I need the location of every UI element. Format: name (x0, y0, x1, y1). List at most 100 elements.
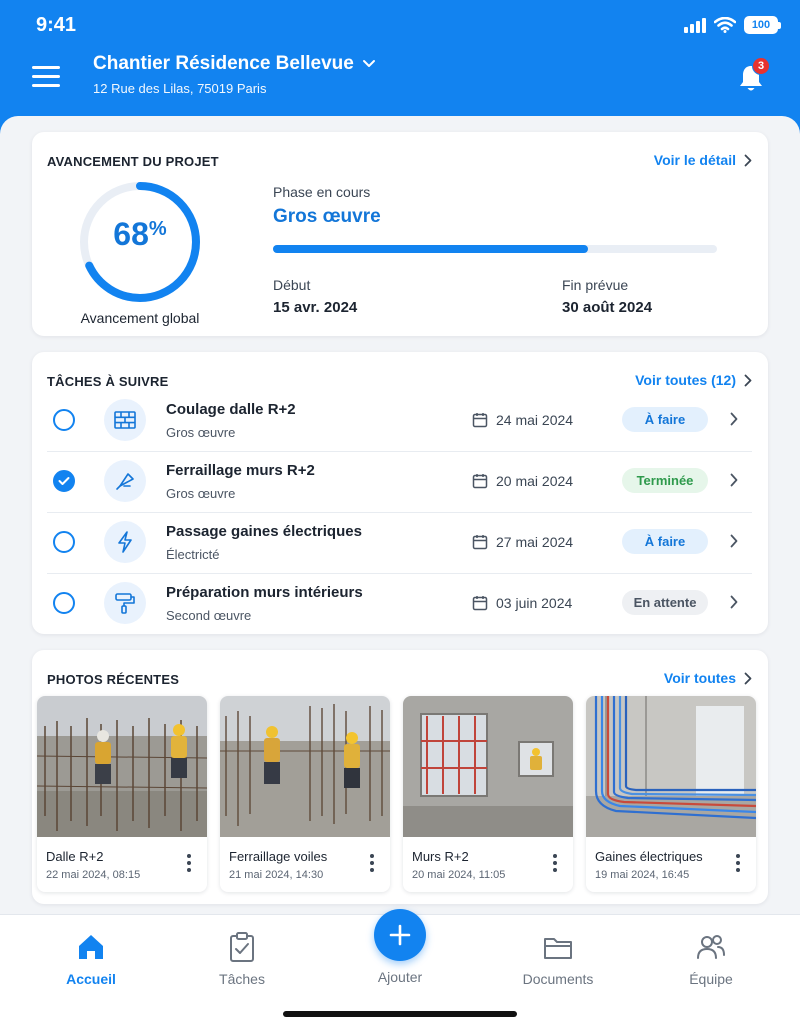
photo-card[interactable]: Ferraillage voiles 21 mai 2024, 14:30 (220, 696, 390, 892)
status-time: 9:41 (36, 14, 77, 36)
tab-tasks[interactable]: Tâches (182, 931, 302, 987)
task-checkbox-checked[interactable] (53, 470, 75, 492)
start-date-value: 15 avr. 2024 (273, 299, 358, 316)
task-name: Coulage dalle R+2 (166, 401, 296, 418)
task-row[interactable]: Préparation murs intérieurs Second œuvre… (32, 573, 768, 634)
chevron-right-icon (744, 672, 752, 684)
task-category: Second œuvre (166, 608, 252, 623)
chevron-down-icon (362, 60, 375, 67)
brick-wall-icon (104, 399, 146, 441)
folder-icon (544, 938, 572, 959)
tab-documents[interactable]: Documents (498, 931, 618, 987)
task-due-date: 27 mai 2024 (472, 534, 573, 550)
home-icon (79, 935, 103, 959)
status-bar: 9:41 100 (0, 0, 800, 50)
task-row[interactable]: Ferraillage murs R+2 Gros œuvre 20 mai 2… (32, 451, 768, 512)
task-due-date: 20 mai 2024 (472, 473, 573, 489)
task-name: Passage gaines électriques (166, 523, 362, 540)
add-button-label[interactable]: Ajouter (340, 969, 460, 985)
plus-icon (389, 924, 411, 946)
tab-team[interactable]: Équipe (651, 931, 771, 987)
tab-home-label: Accueil (66, 971, 116, 987)
task-date-text: 20 mai 2024 (496, 473, 574, 489)
photo-thumbnail[interactable] (586, 696, 756, 837)
photo-thumbnail[interactable] (403, 696, 573, 837)
battery-icon: 100 (744, 16, 781, 34)
chevron-right-icon (730, 412, 738, 426)
add-button[interactable] (374, 909, 426, 961)
view-all-tasks-label: Voir toutes (12) (635, 372, 736, 388)
view-detail-link[interactable]: Voir le détail (654, 152, 752, 168)
more-options-icon[interactable] (187, 854, 191, 875)
more-options-icon[interactable] (736, 854, 740, 875)
start-date-label: Début (273, 277, 311, 293)
calendar-icon (472, 596, 488, 611)
tasks-section-title: TÂCHES À SUIVRE (47, 374, 169, 389)
task-checkbox[interactable] (53, 592, 75, 614)
more-options-icon[interactable] (370, 854, 374, 875)
task-name: Préparation murs intérieurs (166, 584, 363, 601)
clipboard-check-icon (230, 932, 254, 962)
chevron-right-icon (730, 473, 738, 487)
task-date-text: 24 mai 2024 (496, 412, 574, 428)
photo-title: Ferraillage voiles (229, 849, 328, 864)
status-badge: Terminée (622, 468, 708, 493)
view-all-tasks-link[interactable]: Voir toutes (12) (635, 372, 752, 388)
cellular-signal-icon (684, 17, 706, 33)
photo-title: Murs R+2 (412, 849, 469, 864)
task-category: Électricté (166, 547, 220, 562)
task-checkbox[interactable] (53, 409, 75, 431)
status-badge: À faire (622, 529, 708, 554)
calendar-icon (472, 535, 488, 550)
paint-roller-icon (104, 582, 146, 624)
task-date-text: 27 mai 2024 (496, 534, 574, 550)
recent-photos-card: PHOTOS RÉCENTES Voir toutes Dalle R+2 22… (32, 650, 768, 904)
photo-title: Gaines électriques (595, 849, 703, 864)
photo-title: Dalle R+2 (46, 849, 104, 864)
task-due-date: 03 juin 2024 (472, 595, 572, 611)
team-icon (697, 935, 725, 959)
photo-thumbnail[interactable] (220, 696, 390, 837)
photo-thumbnail[interactable] (37, 696, 207, 837)
photo-card[interactable]: Gaines électriques 19 mai 2024, 16:45 (586, 696, 756, 892)
photo-card[interactable]: Murs R+2 20 mai 2024, 11:05 (403, 696, 573, 892)
project-progress-card: AVANCEMENT DU PROJET Voir le détail 68% … (32, 132, 768, 336)
lightning-icon (104, 521, 146, 563)
status-icons: 100 (684, 16, 781, 34)
menu-button[interactable] (32, 66, 60, 90)
photo-date: 21 mai 2024, 14:30 (229, 869, 324, 881)
task-row[interactable]: Passage gaines électriques Électricté 27… (32, 512, 768, 573)
main-content: AVANCEMENT DU PROJET Voir le détail 68% … (0, 116, 800, 916)
tasks-card: TÂCHES À SUIVRE Voir toutes (12) Coulage… (32, 352, 768, 634)
task-due-date: 24 mai 2024 (472, 412, 573, 428)
task-row[interactable]: Coulage dalle R+2 Gros œuvre 24 mai 2024… (32, 390, 768, 451)
end-date-label: Fin prévue (562, 277, 629, 293)
calendar-icon (472, 413, 488, 428)
notification-badge: 3 (752, 57, 770, 75)
status-badge: En attente (622, 590, 708, 615)
project-address: 12 Rue des Lilas, 75019 Paris (93, 81, 267, 96)
task-checkbox[interactable] (53, 531, 75, 553)
chevron-right-icon (744, 154, 752, 166)
progress-percent-value: 68 (113, 216, 149, 252)
task-date-text: 03 juin 2024 (496, 595, 573, 611)
task-category: Gros œuvre (166, 425, 236, 440)
view-all-photos-link[interactable]: Voir toutes (664, 670, 752, 686)
more-options-icon[interactable] (553, 854, 557, 875)
photo-date: 20 mai 2024, 11:05 (412, 869, 506, 881)
photo-date: 22 mai 2024, 08:15 (46, 869, 141, 881)
chevron-right-icon (744, 374, 752, 386)
status-badge: À faire (622, 407, 708, 432)
checkmark-icon (58, 477, 70, 485)
tab-tasks-label: Tâches (219, 971, 265, 987)
home-indicator (283, 1011, 517, 1017)
chevron-right-icon (730, 534, 738, 548)
calendar-icon (472, 474, 488, 489)
photo-card[interactable]: Dalle R+2 22 mai 2024, 08:15 (37, 696, 207, 892)
project-selector[interactable]: Chantier Résidence Bellevue (93, 53, 376, 75)
photo-date: 19 mai 2024, 16:45 (595, 869, 690, 881)
task-category: Gros œuvre (166, 486, 236, 501)
chevron-right-icon (730, 595, 738, 609)
project-name: Chantier Résidence Bellevue (93, 53, 354, 74)
tab-home[interactable]: Accueil (31, 931, 151, 987)
